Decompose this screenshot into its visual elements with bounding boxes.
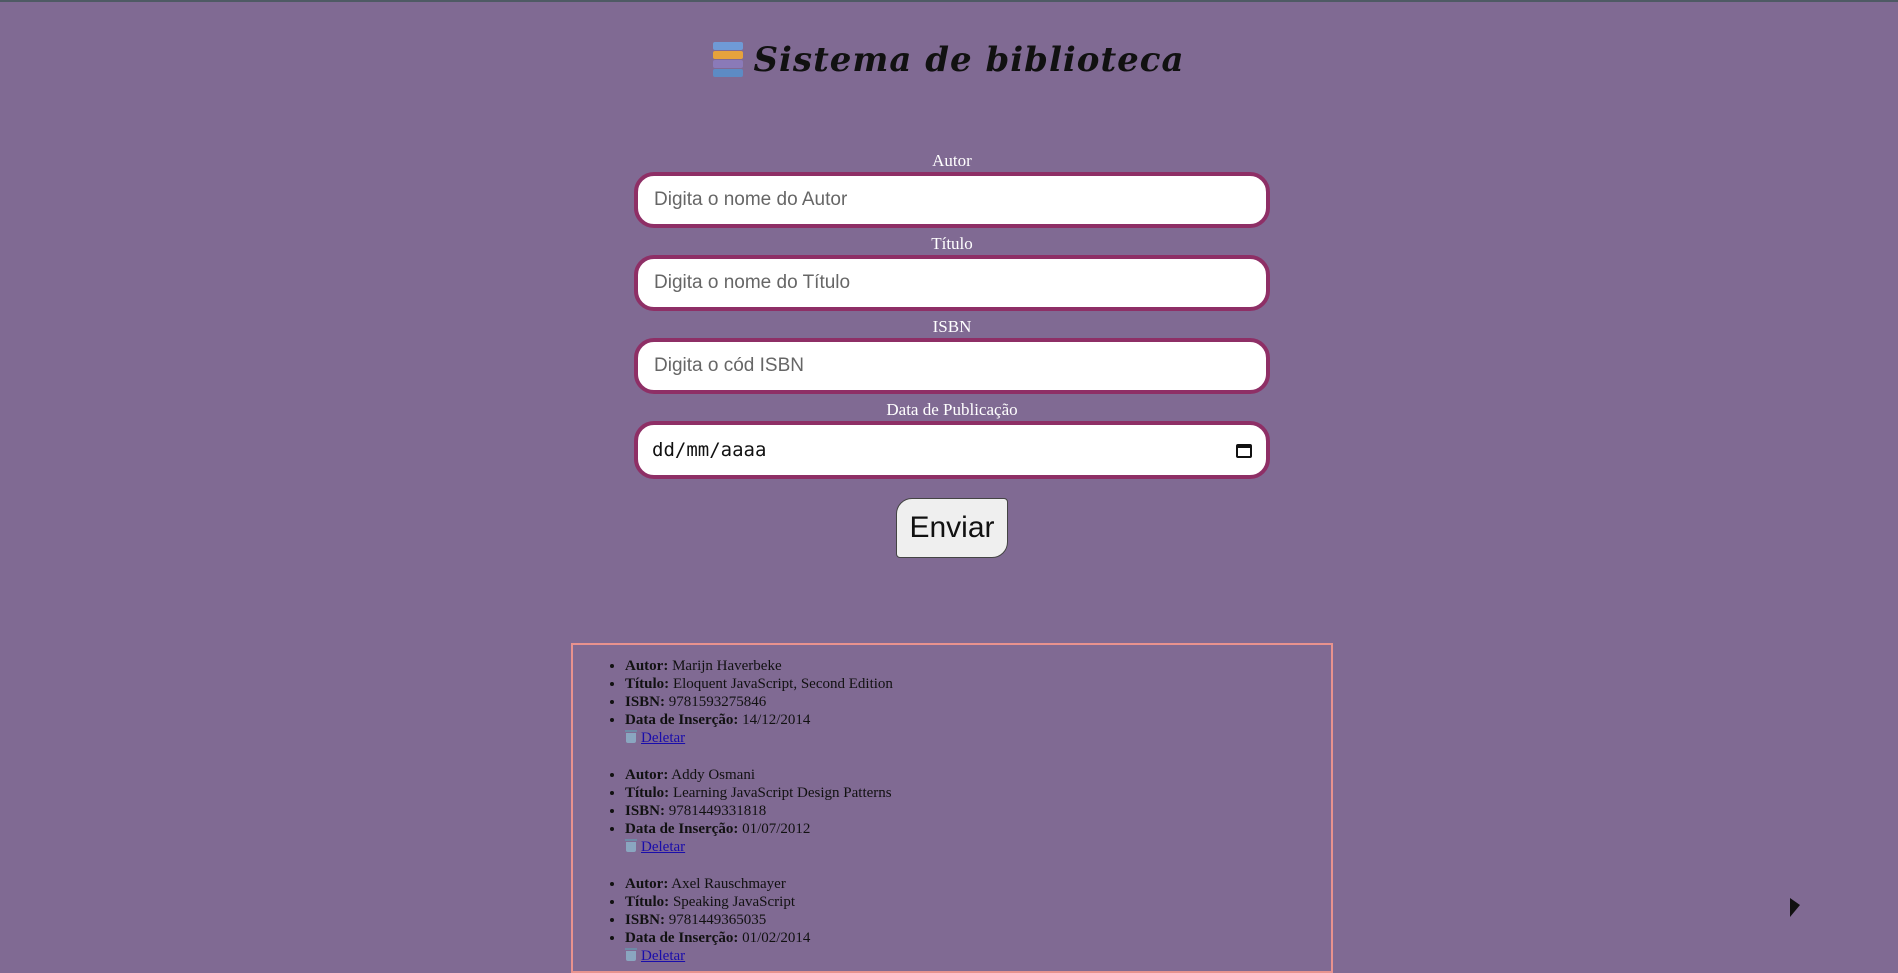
book-author-value: Axel Rauschmayer <box>671 876 786 892</box>
title-input[interactable] <box>652 271 1252 295</box>
app-header: Sistema de biblioteca <box>0 40 1898 83</box>
book-details: Autor: Marijn HaverbekeTítulo: Eloquent … <box>573 645 1331 729</box>
book-author-item: Autor: Addy Osmani <box>625 766 1331 784</box>
book-list-container: Autor: Marijn HaverbekeTítulo: Eloquent … <box>573 645 1331 966</box>
author-field-wrap <box>634 172 1270 228</box>
book-isbn-item: ISBN: 9781593275846 <box>625 693 1331 711</box>
date-input-text: dd/mm/aaaa <box>652 439 767 461</box>
book-title-label: Título: <box>625 785 670 801</box>
book-isbn-item: ISBN: 9781449331818 <box>625 802 1331 820</box>
book-isbn-value: 9781449365035 <box>668 912 767 928</box>
book-title-label: Título: <box>625 894 670 910</box>
book-isbn-value: 9781593275846 <box>668 694 767 710</box>
title-field-wrap <box>634 255 1270 311</box>
delete-label: Deletar <box>641 948 686 964</box>
author-label: Autor <box>932 151 972 170</box>
page-title: Sistema de biblioteca <box>713 40 1184 80</box>
trash-icon <box>625 730 637 743</box>
delete-link[interactable]: Deletar <box>625 729 1331 748</box>
book-isbn-label: ISBN: <box>625 694 666 710</box>
isbn-input[interactable] <box>652 354 1252 378</box>
book-isbn-item: ISBN: 9781449365035 <box>625 911 1331 929</box>
book-entry: Autor: Addy OsmaniTítulo: Learning JavaS… <box>573 766 1331 857</box>
book-author-value: Addy Osmani <box>671 767 756 783</box>
book-list: Autor: Marijn HaverbekeTítulo: Eloquent … <box>571 643 1333 973</box>
date-input[interactable]: dd/mm/aaaa <box>634 421 1270 479</box>
book-date-value: 01/02/2014 <box>742 930 811 946</box>
isbn-label: ISBN <box>932 317 972 336</box>
book-isbn-value: 9781449331818 <box>668 803 767 819</box>
books-icon <box>713 42 744 78</box>
book-date-value: 14/12/2014 <box>742 712 811 728</box>
delete-link[interactable]: Deletar <box>625 947 1331 966</box>
page-title-text: Sistema de biblioteca <box>753 40 1185 80</box>
book-date-item: Data de Inserção: 01/02/2014 <box>625 929 1331 947</box>
date-label: Data de Publicação <box>886 400 1018 419</box>
submit-button[interactable]: Enviar <box>896 498 1008 558</box>
title-label: Título <box>931 234 973 253</box>
book-title-item: Título: Eloquent JavaScript, Second Edit… <box>625 675 1331 693</box>
book-author-label: Autor: <box>625 767 669 783</box>
book-date-item: Data de Inserção: 14/12/2014 <box>625 711 1331 729</box>
book-author-item: Autor: Marijn Haverbeke <box>625 657 1331 675</box>
book-title-item: Título: Speaking JavaScript <box>625 893 1331 911</box>
book-title-label: Título: <box>625 676 670 692</box>
book-date-label: Data de Inserção: <box>625 712 739 728</box>
book-isbn-label: ISBN: <box>625 803 666 819</box>
mouse-cursor-icon <box>1790 898 1800 917</box>
book-form: Autor Título ISBN Data de Publicação dd/… <box>634 150 1270 558</box>
submit-row: Enviar <box>634 498 1270 558</box>
book-title-item: Título: Learning JavaScript Design Patte… <box>625 784 1331 802</box>
trash-icon <box>625 839 637 852</box>
book-author-label: Autor: <box>625 876 669 892</box>
delete-link[interactable]: Deletar <box>625 838 1331 857</box>
book-date-value: 01/07/2012 <box>742 821 811 837</box>
isbn-field-wrap <box>634 338 1270 394</box>
book-author-label: Autor: <box>625 658 669 674</box>
book-author-value: Marijn Haverbeke <box>672 658 782 674</box>
book-date-label: Data de Inserção: <box>625 930 739 946</box>
book-details: Autor: Axel RauschmayerTítulo: Speaking … <box>573 875 1331 947</box>
book-date-item: Data de Inserção: 01/07/2012 <box>625 820 1331 838</box>
book-entry: Autor: Marijn HaverbekeTítulo: Eloquent … <box>573 645 1331 748</box>
delete-label: Deletar <box>641 839 686 855</box>
book-details: Autor: Addy OsmaniTítulo: Learning JavaS… <box>573 766 1331 838</box>
author-input[interactable] <box>652 188 1252 212</box>
calendar-icon[interactable] <box>1236 442 1252 458</box>
book-isbn-label: ISBN: <box>625 912 666 928</box>
book-author-item: Autor: Axel Rauschmayer <box>625 875 1331 893</box>
delete-label: Deletar <box>641 730 686 746</box>
book-entry: Autor: Axel RauschmayerTítulo: Speaking … <box>573 875 1331 966</box>
book-title-value: Eloquent JavaScript, Second Edition <box>672 676 893 692</box>
trash-icon <box>625 948 637 961</box>
book-title-value: Learning JavaScript Design Patterns <box>672 785 892 801</box>
book-date-label: Data de Inserção: <box>625 821 739 837</box>
book-title-value: Speaking JavaScript <box>672 894 795 910</box>
